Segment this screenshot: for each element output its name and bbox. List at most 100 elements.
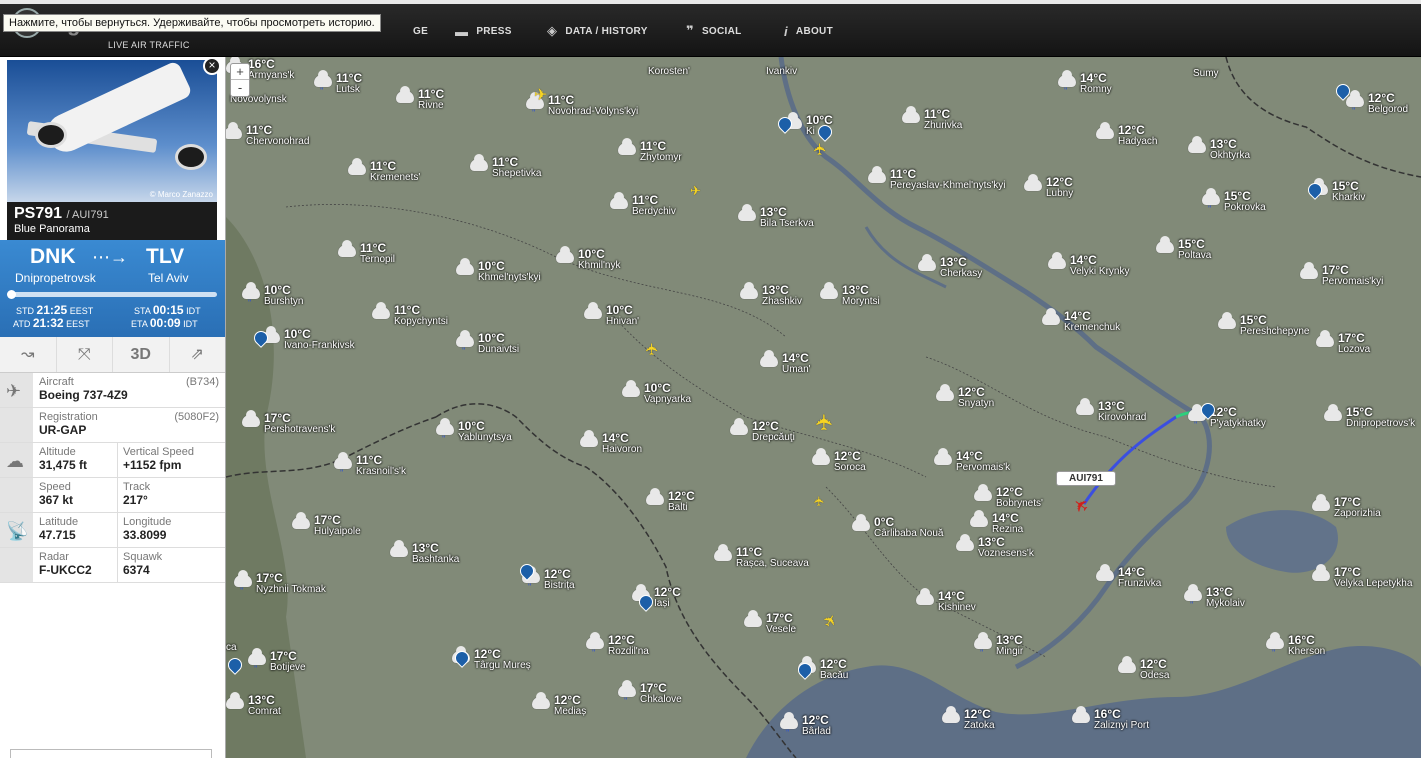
airport-pin[interactable]	[1336, 84, 1348, 100]
airport-pin[interactable]	[778, 117, 790, 133]
map-base	[226, 57, 1421, 758]
nav-press[interactable]: ▬ PRESS	[455, 24, 512, 39]
airport-pin[interactable]	[520, 564, 532, 580]
city-name: Kishinev	[938, 602, 976, 613]
cloud-icon	[738, 204, 756, 221]
aircraft-photo[interactable]: © Marco Zanazzo	[7, 60, 217, 202]
route-arrow-icon: ⋯→	[92, 247, 128, 267]
cloud-icon	[1096, 564, 1114, 581]
weather-temperature: 17°C	[264, 411, 291, 425]
airport-pin[interactable]	[818, 125, 830, 141]
aircraft-marker[interactable]: ✈	[534, 85, 547, 105]
social-icon: ❞	[686, 23, 694, 38]
latitude: 47.715	[39, 528, 76, 542]
flight-progress-bar	[9, 292, 217, 297]
data-icon: ◈	[547, 23, 558, 38]
weather-temperature: 16°C	[248, 57, 275, 71]
city-name: Rivne	[418, 100, 444, 111]
city-name: Hnivan'	[606, 316, 640, 327]
city-name: Rezina	[992, 524, 1024, 535]
city-name: Mingir	[996, 646, 1024, 657]
weather-temperature: 12°C	[554, 693, 581, 707]
city-name: Bobrynets'	[996, 498, 1043, 509]
aircraft-marker[interactable]: ✈	[690, 183, 701, 199]
city-name: Zhurivka	[924, 120, 963, 131]
weather-temperature: 11°C	[924, 107, 951, 121]
destination-code[interactable]: TLV	[146, 245, 184, 269]
route-icon[interactable]: ↝	[0, 337, 57, 372]
cloud-icon	[916, 588, 934, 605]
city-name: Burshtyn	[264, 296, 304, 307]
radar-icon: 📡	[6, 521, 29, 541]
airport-pin[interactable]	[228, 658, 240, 674]
aircraft-marker[interactable]: ✈	[811, 496, 827, 507]
region-border	[285, 204, 787, 338]
aircraft-row: ✈ Aircraft Boeing 737-4Z9 (B734)	[0, 373, 225, 408]
weather-temperature: 13°C	[842, 283, 869, 297]
weather-temperature: 12°C	[1046, 175, 1073, 189]
alt-callsign: / AUI791	[66, 209, 109, 221]
weather-temperature: 14°C	[1080, 71, 1107, 85]
cloud-icon	[314, 70, 332, 96]
cloud-icon	[242, 410, 260, 427]
selected-flight-label[interactable]: AUI791	[1056, 471, 1116, 486]
cloud-icon	[248, 648, 266, 674]
airport-pin[interactable]	[455, 651, 467, 667]
city-name: Belgorod	[1368, 104, 1409, 115]
nav-coverage[interactable]: GE	[413, 24, 428, 38]
map-view[interactable]: + - 11°CLutsk11°CRivne11°CNovohrad-Volyn…	[226, 57, 1421, 758]
zoom-out-button[interactable]: -	[231, 80, 249, 96]
city-name: Soroca	[834, 462, 866, 473]
cloud-icon	[1076, 398, 1094, 415]
zoom-in-button[interactable]: +	[231, 64, 249, 80]
nav-about[interactable]: i ABOUT	[784, 24, 833, 39]
cloud-icon	[1312, 564, 1330, 581]
center-icon[interactable]: ⤧	[57, 337, 113, 372]
airport-pin[interactable]	[254, 331, 266, 347]
city-name: Haivoron	[602, 444, 643, 455]
city-name: Lubny	[1046, 188, 1074, 199]
origin-code[interactable]: DNK	[30, 245, 76, 269]
nav-data-history[interactable]: ◈ DATA / HISTORY	[547, 23, 648, 38]
weather-temperature: 17°C	[314, 513, 341, 527]
weather-temperature: 13°C	[1206, 585, 1233, 599]
position-row: 📡 Latitude 47.715 Longitude 33.8099	[0, 513, 225, 548]
aircraft-marker[interactable]: ✈	[811, 142, 831, 155]
weather-temperature: 12°C	[964, 707, 991, 721]
cloud-icon	[390, 540, 408, 557]
city-name: Lutsk	[336, 84, 360, 95]
view-3d-button[interactable]: 3D	[113, 337, 170, 372]
aircraft-marker[interactable]: ✈	[643, 342, 663, 355]
weather-temperature: 13°C	[762, 283, 789, 297]
close-panel-button[interactable]: ×	[203, 57, 221, 75]
weather-temperature: 11°C	[548, 93, 575, 107]
airplane-icon: ✈	[6, 381, 22, 401]
ad-box[interactable]	[10, 749, 212, 758]
airport-pin[interactable]	[1308, 183, 1320, 199]
weather-temperature: 14°C	[1064, 309, 1091, 323]
city-name: Okhtyrka	[1210, 150, 1251, 161]
weather-temperature: 11°C	[418, 87, 445, 101]
atd-time: ATD 21:32 EEST	[13, 316, 90, 330]
radar-id: F-UKCC2	[39, 563, 92, 577]
weather-temperature: 10°C	[284, 327, 311, 341]
cloud-icon	[1042, 308, 1060, 325]
city-name: Novohrad-Volyns'kyi	[548, 106, 639, 117]
city-name: Pervomais'k	[956, 462, 1011, 473]
cloud-icon	[902, 106, 920, 123]
city-name: Kremenets'	[370, 172, 421, 183]
weather-temperature: 12°C	[608, 633, 635, 647]
nav-social[interactable]: ❞ SOCIAL	[686, 23, 742, 38]
airport-pin[interactable]	[1201, 403, 1213, 419]
share-icon[interactable]: ⇗	[170, 337, 226, 372]
cloud-icon	[956, 534, 974, 551]
airport-pin[interactable]	[798, 663, 810, 679]
back-button-tooltip: Нажмите, чтобы вернуться. Удерживайте, ч…	[3, 14, 381, 32]
airport-pin[interactable]	[639, 595, 651, 611]
cloud-icon	[974, 632, 992, 658]
city-name: Hulyaipole	[314, 526, 361, 537]
cloud-icon	[936, 384, 954, 401]
weather-temperature: 17°C	[256, 571, 283, 585]
aircraft-marker[interactable]: ✈	[812, 413, 838, 431]
logo-subtitle: LIVE AIR TRAFFIC	[108, 40, 190, 50]
